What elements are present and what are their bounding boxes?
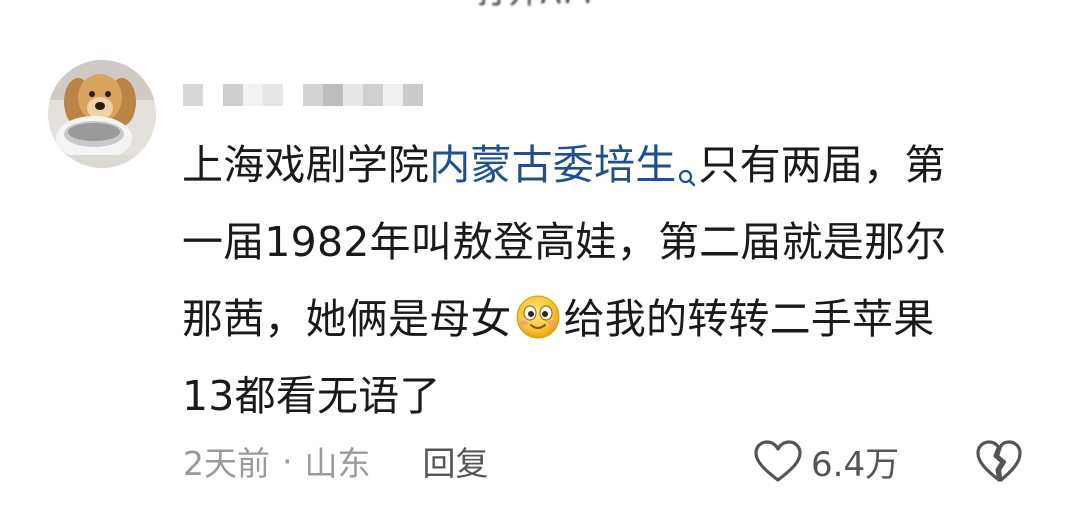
comment-line: 13都看无语了 (182, 372, 441, 420)
comment-time: 2天前 (183, 444, 270, 483)
dog-avatar-icon (48, 60, 156, 168)
search-keyword-link[interactable]: 内蒙古委培生 (429, 141, 676, 189)
comment-text-segment: 给我的转转二手苹果 (563, 295, 935, 343)
comment-screen: 打开APP (0, 0, 1080, 515)
dislike-button[interactable] (975, 438, 1023, 484)
heart-outline-icon (754, 440, 802, 482)
like-button[interactable]: 6.4万 (753, 436, 899, 486)
comment-text-segment: 那茜，她俩是母女 (182, 295, 512, 343)
smiling-face-emoji-icon (515, 288, 561, 339)
comment-text-segment: 上海戏剧学院 (182, 141, 430, 189)
comment-text-segment: 只有两届，第 (698, 141, 946, 189)
user-avatar[interactable] (48, 60, 156, 168)
comment-text: 上海戏剧学院内蒙古委培生 只有两届，第 一届1982年叫敖登高娃，第二届就是那尔 … (182, 127, 1042, 435)
comment-line: 上海戏剧学院内蒙古委培生 只有两届，第 (182, 127, 1042, 204)
comment-location: 山东 (304, 444, 371, 483)
comment-line: 一届1982年叫敖登高娃，第二届就是那尔 (182, 218, 947, 266)
search-icon[interactable] (678, 137, 696, 214)
broken-heart-icon (976, 440, 1022, 482)
like-count: 6.4万 (811, 444, 900, 485)
meta-separator: · (282, 441, 293, 481)
comment-meta: 2天前 · 山东 回复 (183, 436, 489, 486)
username-mosaic[interactable] (183, 84, 423, 106)
reply-button[interactable]: 回复 (423, 437, 489, 485)
top-header-text: 打开APP (0, 0, 1080, 9)
comment-line: 那茜，她俩是母女 给我的转转二手苹果 (182, 281, 1042, 358)
